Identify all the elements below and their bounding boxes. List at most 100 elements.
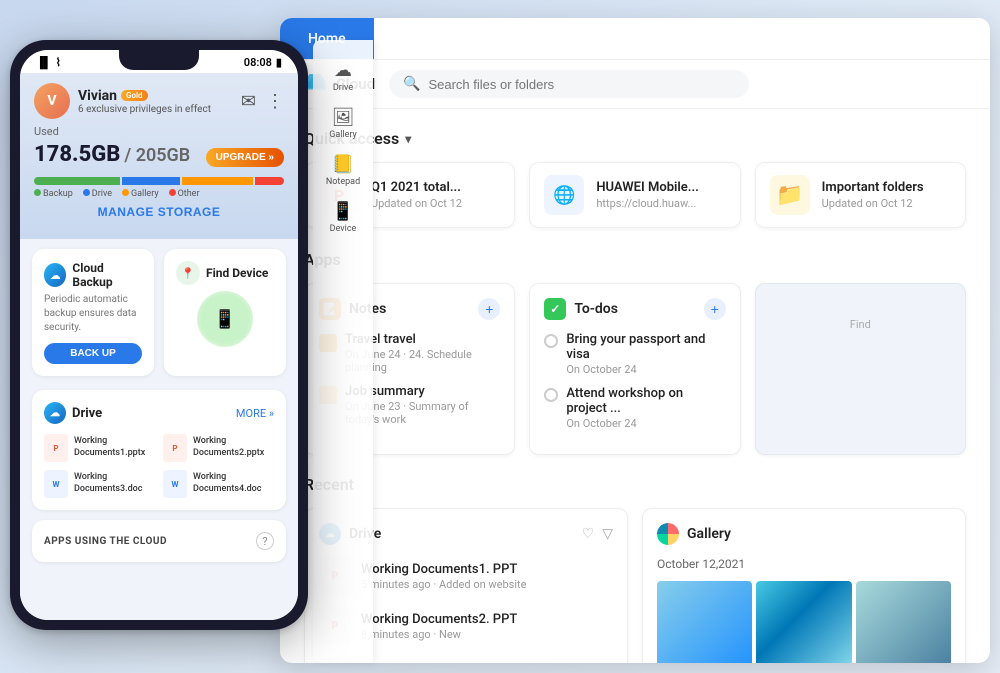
sidebar-item-notepad[interactable]: 📒 Notepad xyxy=(326,154,360,187)
user-info: V Vivian Gold 6 exclusive privileges in … xyxy=(34,83,211,119)
cloud-backup-card: ☁ Cloud Backup Periodic automatic backup… xyxy=(32,249,154,376)
todos-add-button[interactable]: + xyxy=(704,298,726,320)
drive-side-icon: ☁ xyxy=(333,60,353,81)
status-signals: ▐▌ ⌇ xyxy=(36,56,61,69)
apps-heading: Apps xyxy=(304,250,966,269)
apps-using-help-icon[interactable]: ? xyxy=(256,532,274,550)
gallery-icon xyxy=(657,523,679,545)
signal-icon: ▐▌ xyxy=(36,56,52,69)
phone-file-1: P Working Documents1.pptx xyxy=(44,434,155,462)
file-ppt-icon-2: P xyxy=(163,434,187,462)
phone-notch xyxy=(119,50,199,70)
legend-gallery: Gallery xyxy=(122,189,159,199)
window-topbar: Home xyxy=(280,18,990,60)
notepad-side-icon: 📒 xyxy=(326,154,360,175)
cloud-backup-icon: ☁ xyxy=(44,263,66,287)
todos-title-row: ✓ To-dos xyxy=(544,298,618,320)
legend-backup: Backup xyxy=(34,189,73,199)
user-name-row: Vivian Gold xyxy=(78,88,211,104)
todo-title-1: Bring your passport and visa xyxy=(566,332,725,362)
mail-icon[interactable]: ✉ xyxy=(241,91,256,112)
quick-access-item-folder[interactable]: 📁 Important folders Updated on Oct 12 xyxy=(755,162,966,228)
gallery-grid xyxy=(657,581,951,663)
todo-circle-2[interactable] xyxy=(544,388,558,402)
side-panel: ☁ Drive 🖼 Gallery 📒 Notepad 📱 Device xyxy=(313,40,373,663)
phone-drive-title: ☁ Drive xyxy=(44,402,102,424)
todo-item-1: Bring your passport and visa On October … xyxy=(544,332,725,376)
upgrade-button[interactable]: UPGRADE » xyxy=(206,148,284,167)
qa-web-icon: 🌐 xyxy=(544,175,584,215)
todos-icon: ✓ xyxy=(544,298,566,320)
search-bar[interactable]: 🔍 xyxy=(389,70,749,98)
bar-backup xyxy=(34,177,120,185)
phone-file-name-2: Working Documents2.pptx xyxy=(193,436,274,459)
cloud-header: Cloud 🔍 xyxy=(280,60,990,109)
phone-drive-header: ☁ Drive MORE » xyxy=(44,402,274,424)
desktop-window: Home Cloud 🔍 Quick access ▾ P xyxy=(280,18,990,663)
drive-file-name-3: Working Documents3. Docx xyxy=(361,662,522,664)
backup-button[interactable]: BACK UP xyxy=(44,343,142,364)
more-icon[interactable]: ⋮ xyxy=(266,91,284,112)
sidebar-item-drive[interactable]: ☁ Drive xyxy=(333,60,353,93)
phone-file-name-3: Working Documents3.doc xyxy=(74,472,155,495)
todo-circle-1[interactable] xyxy=(544,334,558,348)
drive-file-text-2: Working Documents2. PPT 8 minutes ago · … xyxy=(361,612,517,641)
bar-other xyxy=(255,177,284,185)
drive-header-actions: ♡ ▽ xyxy=(582,526,613,542)
filter-icon[interactable]: ▽ xyxy=(602,526,613,542)
gallery-thumb-3[interactable] xyxy=(856,581,951,663)
apps-section: Apps 📝 Notes + Travel travel xyxy=(304,250,966,455)
todo-item-2: Attend workshop on project ... On Octobe… xyxy=(544,386,725,430)
cloud-backup-header: ☁ Cloud Backup xyxy=(44,261,142,289)
gallery-thumb-1[interactable] xyxy=(657,581,752,663)
phone-file-3: W Working Documents3.doc xyxy=(44,470,155,498)
legend-drive: Drive xyxy=(83,189,112,199)
phone-file-name-4: Working Documents4.doc xyxy=(193,472,274,495)
qa-ppt-text: Q1 2021 total... Updated on Oct 12 xyxy=(371,180,462,210)
gallery-thumb-2[interactable] xyxy=(756,581,851,663)
heart-icon[interactable]: ♡ xyxy=(582,526,595,542)
find-device-card: 📍 Find Device 📱 xyxy=(164,249,286,376)
drive-more-link[interactable]: MORE » xyxy=(236,407,274,420)
todos-title: To-dos xyxy=(574,301,618,317)
qa-web-text: HUAWEI Mobile... https://cloud.huaw... xyxy=(596,180,699,210)
todo-meta-2: On October 24 xyxy=(566,417,725,430)
phone-main-content: ☁ Cloud Backup Periodic automatic backup… xyxy=(20,239,298,620)
apps-using-cloud-section: APPS USING THE CLOUD ? xyxy=(32,520,286,562)
recent-gallery-title: Gallery xyxy=(657,523,731,545)
recent-gallery-card: Gallery October 12,2021 xyxy=(642,508,966,663)
qa-folder-sub: Updated on Oct 12 xyxy=(822,197,924,210)
drive-file-text-3: Working Documents3. Docx 7 minutes ago ·… xyxy=(361,662,522,664)
recent-heading: Recent xyxy=(304,475,966,494)
storage-bar xyxy=(34,177,284,185)
apps-using-label: APPS USING THE CLOUD xyxy=(44,536,167,547)
gold-badge: Gold xyxy=(121,90,148,101)
notes-add-button[interactable]: + xyxy=(478,298,500,320)
cloud-backup-title: Cloud Backup xyxy=(72,261,142,289)
sidebar-item-device[interactable]: 📱 Device xyxy=(330,201,357,234)
recent-section: Recent ☁ Drive ♡ ▽ xyxy=(304,475,966,663)
todo-text-2: Attend workshop on project ... On Octobe… xyxy=(566,386,725,430)
find-device-graphic: 📱 xyxy=(195,289,255,349)
apps-grid: 📝 Notes + Travel travel On June 24 · 24.… xyxy=(304,283,966,455)
battery-icon: ▮ xyxy=(276,56,282,69)
gallery-date: October 12,2021 xyxy=(657,557,951,571)
storage-total: / xyxy=(124,145,135,166)
todos-card-header: ✓ To-dos + xyxy=(544,298,725,320)
qa-folder-icon: 📁 xyxy=(770,175,810,215)
avatar: V xyxy=(34,83,70,119)
file-doc-icon-4: W xyxy=(163,470,187,498)
bar-legend: Backup Drive Gallery Other xyxy=(34,189,284,199)
sidebar-item-gallery[interactable]: 🖼 Gallery xyxy=(329,107,357,140)
phone-drive-icon: ☁ xyxy=(44,402,66,424)
search-input[interactable] xyxy=(428,77,735,92)
storage-label: Used xyxy=(34,125,284,138)
quick-access-item-web[interactable]: 🌐 HUAWEI Mobile... https://cloud.huaw... xyxy=(529,162,740,228)
phone-header: V Vivian Gold 6 exclusive privileges in … xyxy=(20,73,298,239)
phone-file-2: P Working Documents2.pptx xyxy=(163,434,274,462)
todo-text-1: Bring your passport and visa On October … xyxy=(566,332,725,376)
phone-drive-section: ☁ Drive MORE » P Working Documents1.pptx… xyxy=(32,390,286,510)
manage-storage-button[interactable]: MANAGE STORAGE xyxy=(34,199,284,225)
recent-gallery-header: Gallery xyxy=(657,523,951,545)
find-phone-icon: 📱 xyxy=(214,309,236,330)
